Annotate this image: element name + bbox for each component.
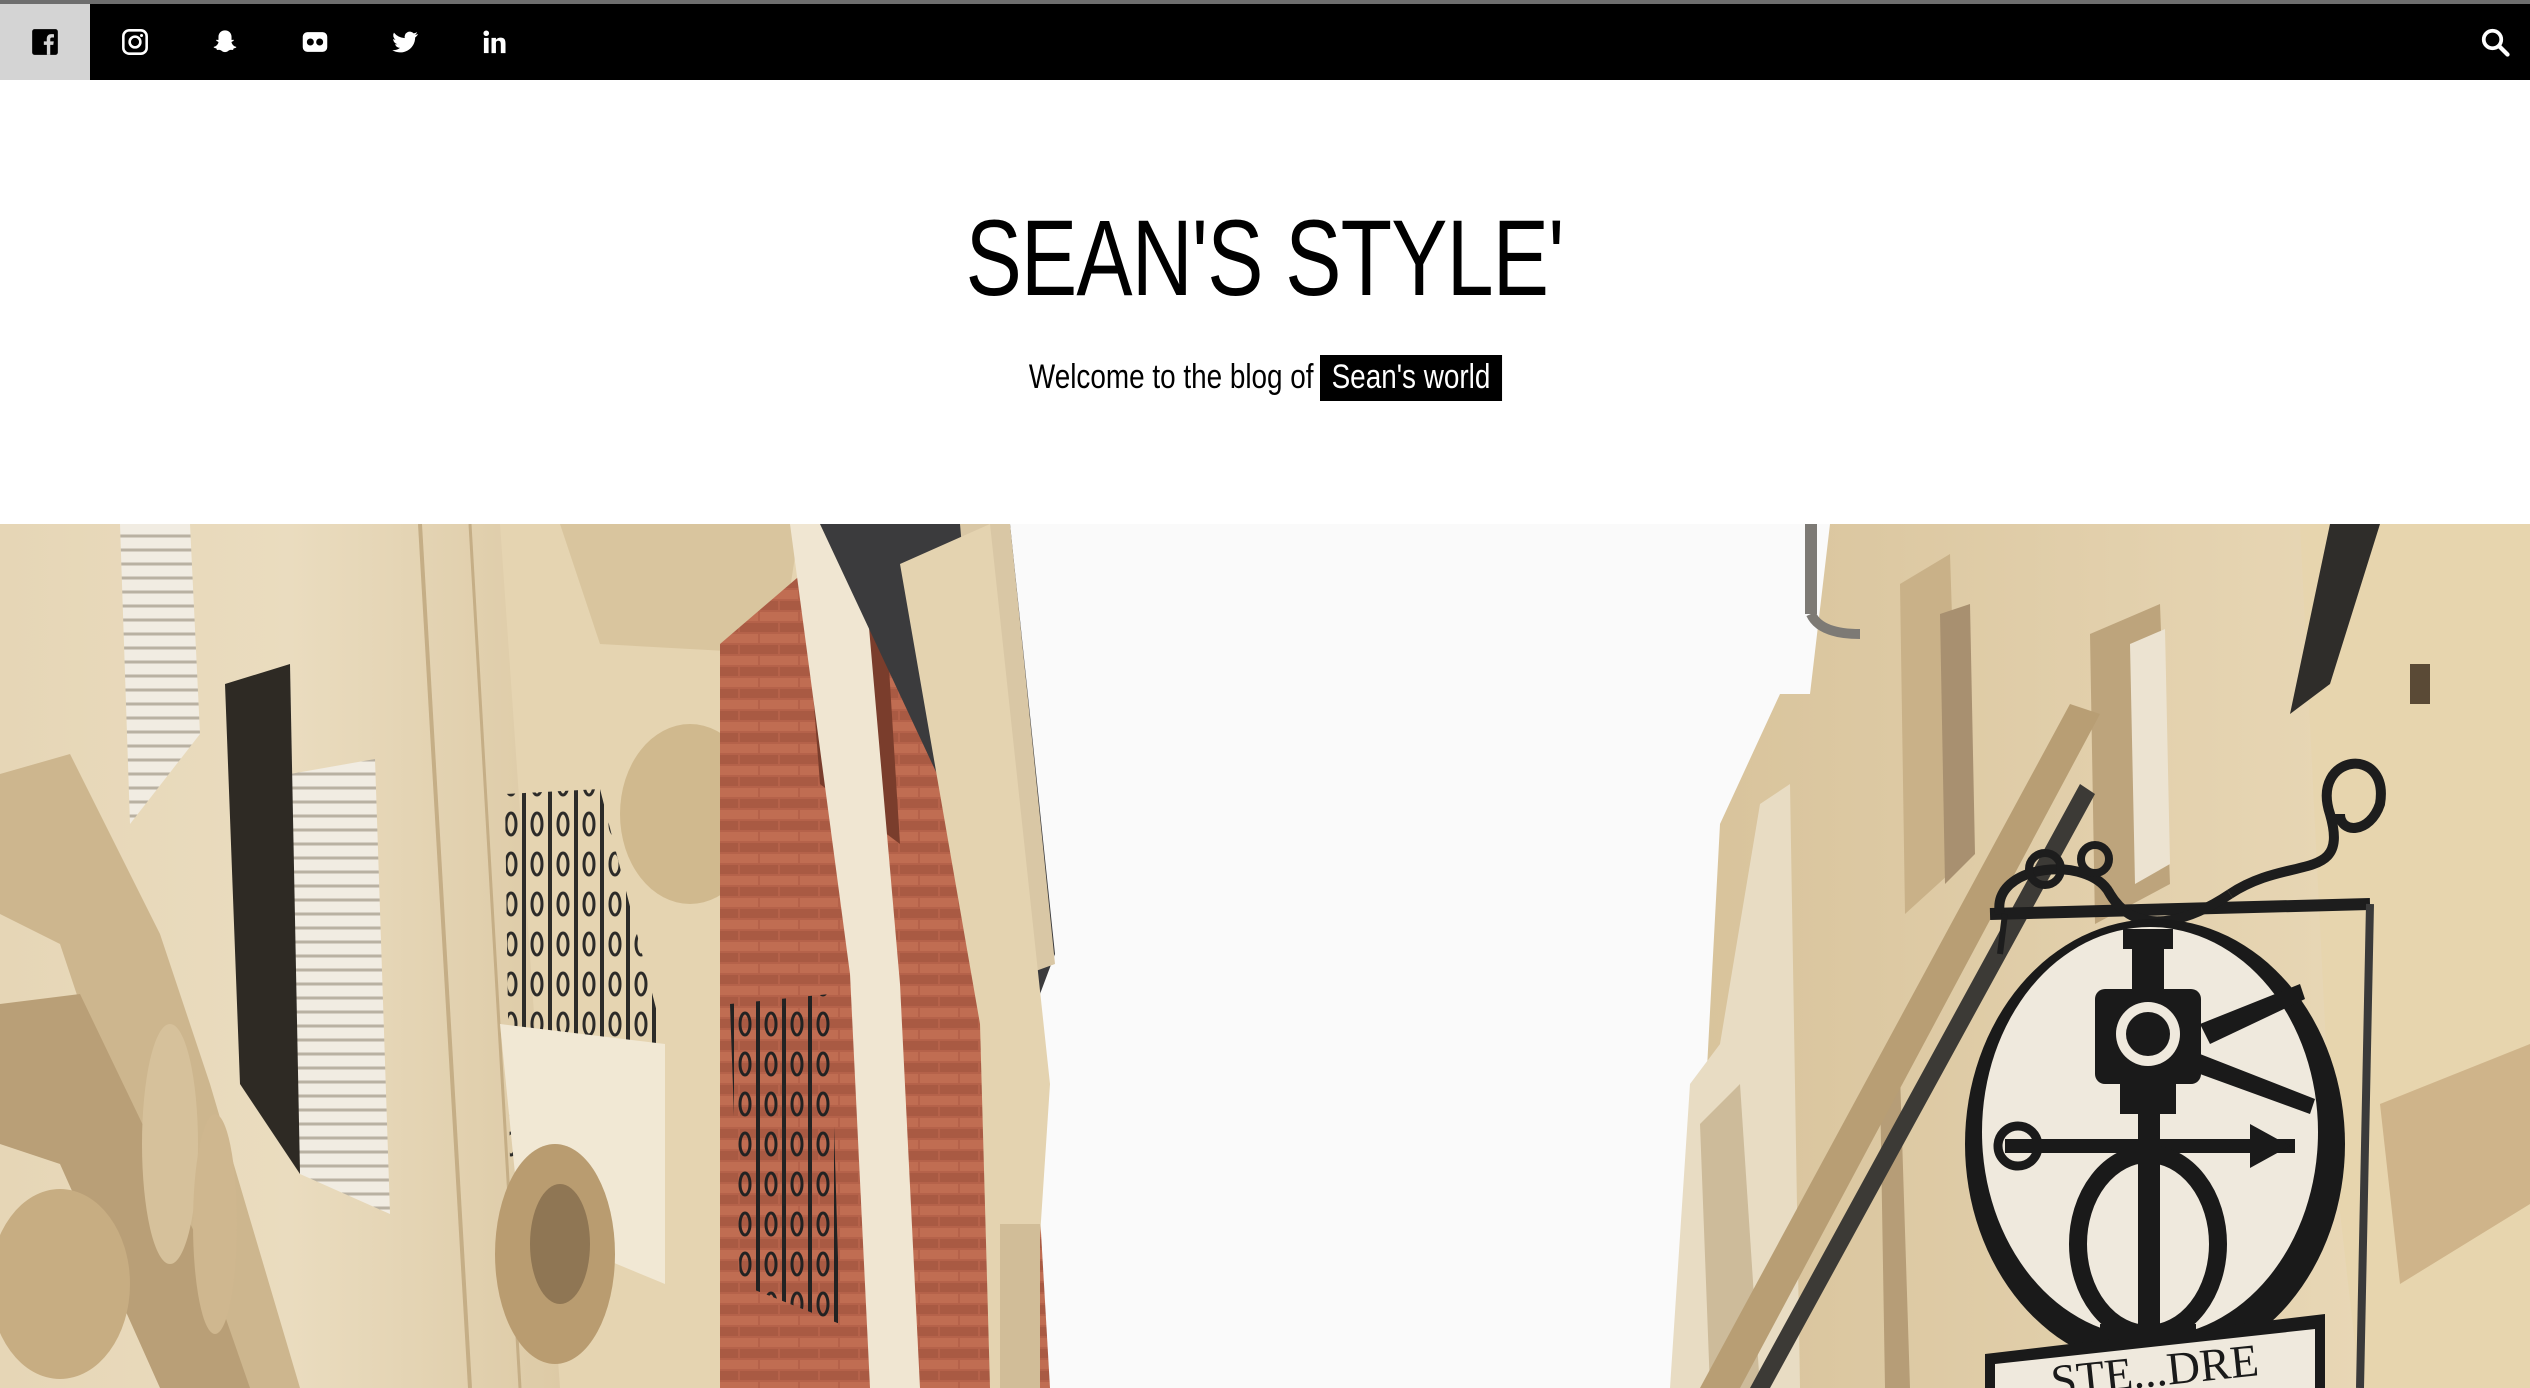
site-title[interactable]: SEAN'S STYLE' <box>278 204 2251 312</box>
site-tagline: Welcome to the blog of Sean's world <box>0 355 2530 401</box>
twitter-link[interactable] <box>360 4 450 80</box>
social-top-bar <box>0 0 2530 80</box>
linkedin-link[interactable] <box>450 4 540 80</box>
site-header: SEAN'S STYLE' Welcome to the blog of Sean… <box>0 80 2530 524</box>
hero-image: STE...DRE <box>0 524 2530 1388</box>
facebook-icon <box>32 29 58 55</box>
paris-street-photo: STE...DRE <box>0 524 2530 1388</box>
tagline-text: Welcome to the blog of <box>1028 358 1314 396</box>
linkedin-icon <box>483 30 506 54</box>
instagram-link[interactable] <box>90 4 180 80</box>
search-icon <box>2481 28 2510 57</box>
social-links <box>0 4 540 80</box>
search-button[interactable] <box>2460 4 2530 80</box>
flickr-icon <box>302 32 328 52</box>
facebook-link[interactable] <box>0 4 90 80</box>
flickr-link[interactable] <box>270 4 360 80</box>
snapchat-link[interactable] <box>180 4 270 80</box>
tagline-highlight: Sean's world <box>1319 355 1502 401</box>
twitter-icon <box>392 31 418 53</box>
snapchat-icon <box>213 30 237 53</box>
instagram-icon <box>122 29 148 55</box>
